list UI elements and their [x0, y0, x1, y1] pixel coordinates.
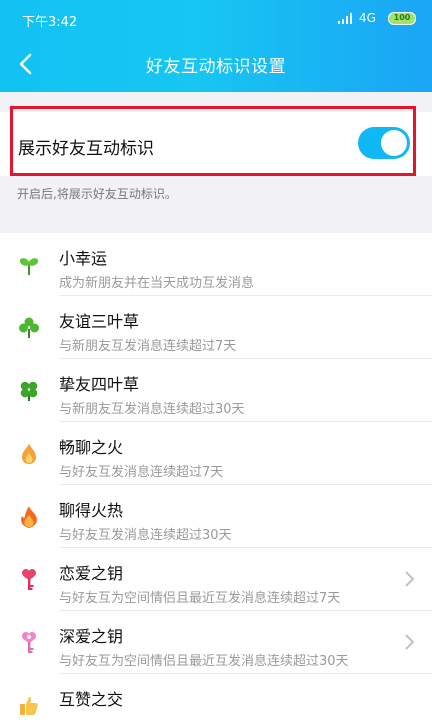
item-desc: 成为新朋友并在当天成功互发消息 — [59, 276, 255, 291]
signal-icon — [338, 13, 352, 24]
list-item-deep-love-key[interactable]: 深爱之钥 与好友互为空间情侣且最近互发消息连续超过30天 — [0, 611, 432, 674]
four-leaf-clover-icon — [20, 381, 38, 401]
heart-key-icon — [22, 569, 36, 590]
list-item-mutual-likes[interactable]: 互赞之交 — [0, 674, 432, 720]
highlight-box — [10, 106, 416, 176]
item-name: 友谊三叶草 — [59, 312, 140, 331]
list-item-chat-fire[interactable]: 畅聊之火 与好友互发消息连续超过7天 — [0, 422, 432, 485]
big-flame-icon — [21, 506, 37, 528]
item-name: 深爱之钥 — [59, 627, 124, 646]
list-item-best-friend-clover[interactable]: 挚友四叶草 与新朋友互发消息连续超过30天 — [0, 359, 432, 422]
item-name: 挚友四叶草 — [59, 375, 140, 394]
chevron-right-icon — [405, 634, 415, 650]
small-flame-icon — [22, 444, 36, 464]
pink-heart-key-icon — [22, 632, 36, 653]
status-bar: 下午3:42 4G 100 — [0, 0, 432, 36]
status-time: 下午3:42 — [22, 15, 78, 30]
network-type: 4G — [359, 11, 376, 25]
item-name: 恋爱之钥 — [59, 564, 124, 583]
hint-text: 开启后,将展示好友互动标识。 — [17, 187, 177, 201]
three-leaf-clover-icon — [19, 317, 39, 338]
item-name: 小幸运 — [59, 249, 108, 268]
battery-icon: 100 — [388, 12, 416, 25]
item-desc: 与好友互发消息连续超过7天 — [59, 465, 224, 480]
item-desc: 与新朋友互发消息连续超过30天 — [59, 402, 245, 417]
app-header: 下午3:42 4G 100 好友互动标识设置 — [0, 0, 432, 92]
chevron-right-icon — [405, 571, 415, 587]
list-item-hot-chat[interactable]: 聊得火热 与好友互发消息连续超过30天 — [0, 485, 432, 548]
sprout-icon — [19, 258, 39, 276]
list-item-friendship-clover[interactable]: 友谊三叶草 与新朋友互发消息连续超过7天 — [0, 296, 432, 359]
badge-list: 小幸运 成为新朋友并在当天成功互发消息 友谊三叶草 与新朋友互发消息连续超过7天… — [0, 233, 432, 720]
item-name: 畅聊之火 — [59, 438, 124, 457]
thumbs-up-icon — [20, 697, 38, 715]
list-item-small-luck[interactable]: 小幸运 成为新朋友并在当天成功互发消息 — [0, 233, 432, 296]
item-desc: 与新朋友互发消息连续超过7天 — [59, 339, 237, 354]
item-desc: 与好友互为空间情侣且最近互发消息连续超过7天 — [59, 591, 341, 606]
item-name: 聊得火热 — [59, 501, 124, 520]
list-item-love-key[interactable]: 恋爱之钥 与好友互为空间情侣且最近互发消息连续超过7天 — [0, 548, 432, 611]
page-title: 好友互动标识设置 — [146, 57, 286, 77]
item-desc: 与好友互发消息连续超过30天 — [59, 528, 232, 543]
item-desc: 与好友互为空间情侣且最近互发消息连续超过30天 — [59, 654, 349, 669]
item-name: 互赞之交 — [59, 690, 124, 709]
